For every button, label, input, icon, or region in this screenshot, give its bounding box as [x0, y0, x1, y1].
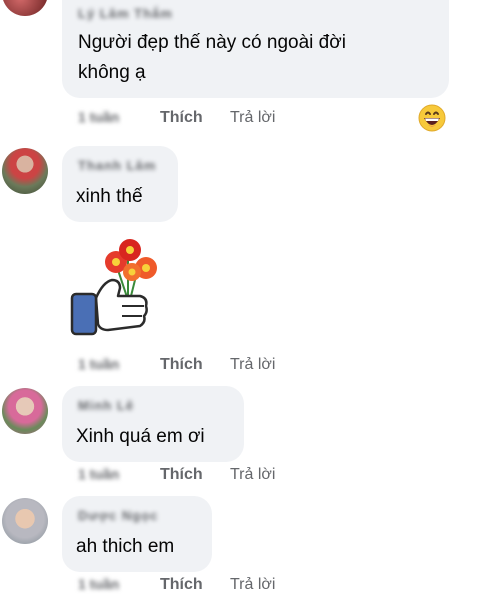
like-button[interactable]: Thích: [160, 576, 203, 594]
comment-bubble: Lý Lâm Thắm Người đẹp thế này có ngoài đ…: [62, 0, 449, 98]
avatar[interactable]: [2, 148, 48, 194]
reply-button[interactable]: Trả lời: [230, 576, 275, 594]
comment-text: Người đẹp thế này có ngoài đời không ạ: [78, 28, 346, 88]
comment-text-line: Người đẹp thế này có ngoài đời: [78, 32, 346, 53]
comment-text-line: không ạ: [78, 62, 146, 83]
like-button[interactable]: Thích: [160, 109, 203, 127]
comment-time[interactable]: 1 tuần: [78, 109, 119, 125]
comment-time[interactable]: 1 tuần: [78, 356, 119, 372]
thumbs-up-flowers-sticker: [70, 239, 157, 336]
reply-button[interactable]: Trả lời: [230, 466, 275, 484]
comment-time[interactable]: 1 tuần: [78, 576, 119, 592]
comment-author[interactable]: Lý Lâm Thắm: [78, 6, 173, 21]
reply-button[interactable]: Trả lời: [230, 109, 275, 127]
comment-text: Xinh quá em ơi: [76, 426, 205, 447]
comment-author[interactable]: Dược Ngọc: [78, 508, 158, 523]
like-button[interactable]: Thích: [160, 466, 203, 484]
comment-text: ah thich em: [76, 536, 175, 557]
comment-time[interactable]: 1 tuần: [78, 466, 119, 482]
comment-author[interactable]: Minh Lê: [78, 398, 134, 413]
avatar[interactable]: [2, 0, 48, 16]
avatar[interactable]: [2, 498, 48, 544]
comment-actions: 1 tuần Thích Trả lời: [78, 356, 488, 378]
reply-button[interactable]: Trả lời: [230, 356, 275, 374]
comment-actions: 1 tuần Thích Trả lời: [78, 576, 488, 598]
comment-bubble: Dược Ngọc ah thich em: [62, 496, 212, 572]
comment-bubble: Minh Lê Xinh quá em ơi: [62, 386, 244, 462]
comment-text: xinh thế: [76, 186, 143, 207]
like-button[interactable]: Thích: [160, 356, 203, 374]
comment-bubble: Thanh Lâm xinh thế: [62, 146, 178, 222]
comment-author[interactable]: Thanh Lâm: [78, 158, 156, 173]
avatar[interactable]: [2, 388, 48, 434]
comment-actions: 1 tuần Thích Trả lời: [78, 466, 488, 488]
grinning-face-emoji-icon[interactable]: [418, 104, 446, 132]
